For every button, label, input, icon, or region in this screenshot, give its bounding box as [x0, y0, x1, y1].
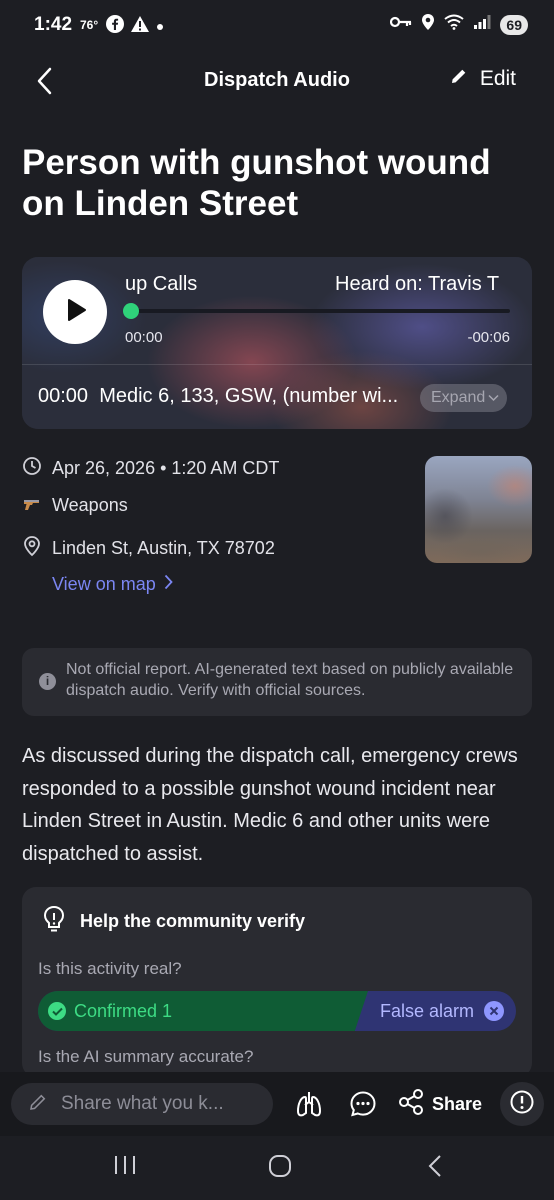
alert-circle-icon — [509, 1089, 535, 1120]
battery-icon: 69 — [500, 14, 528, 35]
chevron-down-icon — [488, 389, 499, 407]
transcript-time: 00:00 — [38, 385, 89, 407]
transcript-text: Medic 6, 133, GSW, (number wi... — [99, 385, 399, 407]
verify-header: Help the community verify — [42, 905, 305, 938]
view-on-map-label: View on map — [52, 574, 156, 594]
map-pin-icon — [22, 535, 42, 562]
expand-label: Expand — [431, 389, 486, 406]
status-notification-icons — [106, 15, 164, 38]
facebook-icon — [106, 15, 124, 38]
comment-input-wrapper[interactable] — [11, 1083, 273, 1125]
info-icon: i — [39, 673, 56, 690]
share-label: Share — [432, 1094, 483, 1114]
vote-bar: Confirmed 1 False alarm — [38, 991, 516, 1031]
status-system-icons: 69 — [390, 13, 528, 36]
share-icon — [398, 1089, 424, 1120]
disclaimer-text: Not official report. AI-generated text b… — [66, 661, 514, 699]
key-icon — [390, 15, 412, 34]
play-icon — [62, 297, 88, 328]
status-temperature: 76° — [80, 18, 99, 32]
question-accurate: Is the AI summary accurate? — [38, 1047, 254, 1066]
back-icon[interactable] — [428, 1154, 442, 1183]
confirmed-button[interactable]: Confirmed 1 — [38, 991, 368, 1031]
play-button[interactable] — [43, 280, 107, 344]
recents-icon[interactable] — [113, 1154, 137, 1181]
warning-icon — [130, 15, 150, 38]
system-nav-bar — [0, 1136, 554, 1200]
clock-icon — [22, 456, 42, 481]
datetime-row: Apr 26, 2026 • 1:20 AM CDT — [22, 456, 279, 481]
false-alarm-label: False alarm — [380, 1000, 475, 1021]
close-circle-icon — [484, 1001, 505, 1021]
chevron-right-icon — [164, 574, 173, 595]
pencil-icon — [29, 1093, 47, 1116]
view-on-map-link[interactable]: View on map — [52, 574, 173, 595]
comment-input[interactable] — [61, 1093, 246, 1115]
confirmed-label: Confirmed 1 — [74, 1000, 173, 1021]
share-button[interactable]: Share — [398, 1089, 482, 1120]
signal-icon — [473, 14, 491, 35]
location-row: Linden St, Austin, TX 78702 — [22, 535, 275, 562]
incident-category: Weapons — [52, 495, 128, 515]
home-icon[interactable] — [268, 1154, 292, 1183]
comment-icon[interactable] — [349, 1090, 377, 1123]
heard-on-label: Heard on: Travis T — [335, 273, 500, 295]
verify-title: Help the community verify — [80, 911, 306, 931]
edit-label: Edit — [479, 67, 516, 90]
gun-icon — [22, 495, 42, 516]
incident-title: Person with gunshot wound on Linden Stre… — [22, 143, 491, 223]
progress-knob[interactable] — [123, 303, 139, 319]
lightbulb-icon — [42, 905, 66, 938]
progress-track[interactable] — [125, 309, 510, 313]
app-header: Dispatch Audio Edit — [0, 52, 554, 112]
time-remaining: -00:06 — [467, 329, 510, 346]
expand-button[interactable]: Expand — [420, 384, 508, 412]
status-bar: 1:42 76° 69 — [0, 0, 554, 52]
transcript-line: 00:00 Medic 6, 133, GSW, (number wi... — [38, 385, 418, 408]
pencil-icon — [450, 67, 468, 91]
report-button[interactable] — [500, 1082, 544, 1126]
verify-card: Help the community verify Is this activi… — [22, 887, 532, 1077]
location-icon — [421, 13, 435, 36]
category-row: Weapons — [22, 495, 128, 516]
incident-summary: As discussed during the dispatch call, e… — [22, 745, 518, 865]
false-alarm-button[interactable]: False alarm — [380, 991, 505, 1031]
time-elapsed: 00:00 — [125, 329, 163, 346]
audio-player-card: up Calls Heard on: Travis T 00:00 -00:06… — [22, 257, 532, 429]
incident-datetime: Apr 26, 2026 • 1:20 AM CDT — [52, 458, 280, 478]
dot-icon — [156, 18, 164, 36]
incident-thumbnail[interactable] — [425, 456, 532, 563]
check-circle-icon — [48, 1002, 66, 1020]
status-time: 1:42 — [34, 14, 73, 35]
edit-button[interactable]: Edit — [450, 67, 516, 91]
incident-location: Linden St, Austin, TX 78702 — [52, 538, 275, 558]
disclaimer-box: i Not official report. AI-generated text… — [22, 648, 532, 716]
stream-name: up Calls — [125, 273, 198, 295]
question-real: Is this activity real? — [38, 959, 182, 978]
lungs-icon[interactable] — [296, 1090, 322, 1123]
wifi-icon — [444, 14, 465, 35]
bottom-action-bar: Share — [0, 1072, 554, 1136]
player-divider — [22, 364, 532, 365]
thumbnail-image — [425, 456, 532, 563]
